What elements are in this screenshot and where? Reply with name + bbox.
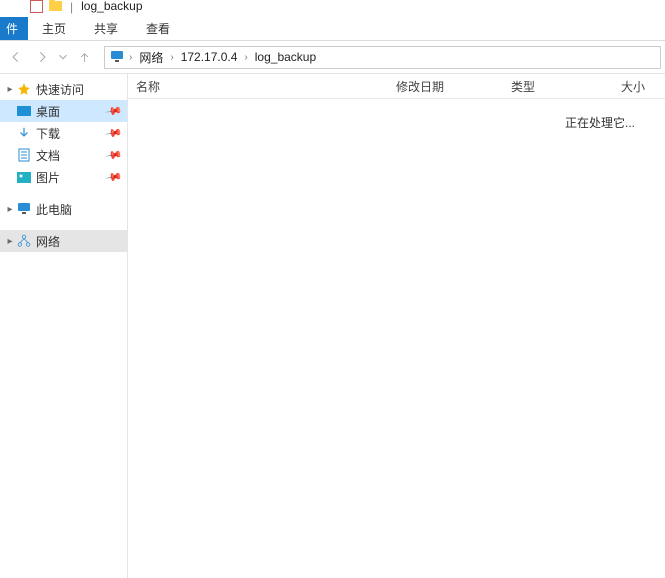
tab-share-label: 共享 — [94, 20, 118, 37]
expander-icon[interactable]: ▸ — [4, 236, 16, 247]
window-title-bar: | log_backup — [0, 0, 665, 17]
tab-share[interactable]: 共享 — [80, 17, 132, 40]
sidebar-this-pc-label: 此电脑 — [36, 201, 72, 218]
star-icon — [16, 81, 32, 97]
network-icon — [16, 233, 32, 249]
pin-icon: 📌 — [105, 168, 124, 187]
computer-icon — [109, 49, 125, 65]
expander-icon[interactable]: ▸ — [4, 204, 16, 215]
address-bar[interactable]: › 网络 › 172.17.0.4 › log_backup — [104, 46, 661, 69]
breadcrumb-folder[interactable]: log_backup — [252, 50, 319, 64]
sidebar-item-downloads[interactable]: 下载 📌 — [0, 122, 127, 144]
chevron-down-icon — [56, 50, 70, 64]
column-header-name-label: 名称 — [136, 78, 160, 95]
forward-button[interactable] — [30, 45, 54, 69]
navigation-bar: › 网络 › 172.17.0.4 › log_backup — [0, 41, 665, 74]
arrow-up-icon — [78, 51, 91, 64]
breadcrumb-host[interactable]: 172.17.0.4 — [178, 50, 241, 64]
tab-view[interactable]: 查看 — [132, 17, 184, 40]
window-title-text: log_backup — [81, 0, 142, 13]
breadcrumb-separator-icon[interactable]: › — [127, 52, 134, 63]
document-icon — [16, 147, 32, 163]
sidebar-item-label: 桌面 — [36, 103, 60, 120]
title-separator: | — [70, 0, 73, 14]
download-icon — [16, 125, 32, 141]
desktop-icon — [16, 103, 32, 119]
sidebar-item-label: 图片 — [36, 169, 60, 186]
sidebar-network[interactable]: ▸ 网络 — [0, 230, 127, 252]
sidebar-item-pictures[interactable]: 图片 📌 — [0, 166, 127, 188]
expander-icon[interactable]: ▸ — [4, 84, 16, 95]
column-header-type[interactable]: 类型 — [503, 74, 613, 98]
sidebar-network-label: 网络 — [36, 233, 60, 250]
sidebar-item-label: 下载 — [36, 125, 60, 142]
sidebar-item-documents[interactable]: 文档 📌 — [0, 144, 127, 166]
column-header-date-label: 修改日期 — [396, 78, 444, 95]
location-icon — [109, 49, 125, 65]
pin-icon: 📌 — [105, 124, 124, 143]
navigation-pane: ▸ 快速访问 桌面 📌 下载 📌 — [0, 74, 128, 578]
up-button[interactable] — [72, 45, 96, 69]
recent-locations-button[interactable] — [56, 45, 70, 69]
status-text: 正在处理它... — [565, 114, 635, 131]
pin-icon: 📌 — [105, 102, 124, 121]
sidebar-quick-access-label: 快速访问 — [36, 81, 84, 98]
back-button[interactable] — [4, 45, 28, 69]
sidebar-item-label: 文档 — [36, 147, 60, 164]
tab-home-label: 主页 — [42, 20, 66, 37]
main-area: ▸ 快速访问 桌面 📌 下载 📌 — [0, 74, 665, 578]
tab-view-label: 查看 — [146, 20, 170, 37]
app-icon — [30, 0, 43, 13]
arrow-right-icon — [35, 50, 49, 64]
pictures-icon — [16, 169, 32, 185]
this-pc-icon — [16, 201, 32, 217]
column-header-name[interactable]: 名称 — [128, 74, 388, 98]
arrow-left-icon — [9, 50, 23, 64]
sidebar-quick-access[interactable]: ▸ 快速访问 — [0, 78, 127, 100]
sidebar-this-pc[interactable]: ▸ 此电脑 — [0, 198, 127, 220]
folder-icon — [49, 1, 62, 11]
file-list-view[interactable]: 名称 修改日期 类型 大小 正在处理它... — [128, 74, 665, 578]
column-header-size[interactable]: 大小 — [613, 74, 665, 98]
pin-icon: 📌 — [105, 146, 124, 165]
ribbon-tabs: 件 主页 共享 查看 — [0, 17, 665, 41]
column-header-date[interactable]: 修改日期 — [388, 74, 503, 98]
tab-home[interactable]: 主页 — [28, 17, 80, 40]
sidebar-item-desktop[interactable]: 桌面 📌 — [0, 100, 127, 122]
column-header-type-label: 类型 — [511, 78, 535, 95]
column-headers: 名称 修改日期 类型 大小 — [128, 74, 665, 99]
breadcrumb-separator-icon[interactable]: › — [242, 52, 249, 63]
breadcrumb-separator-icon[interactable]: › — [168, 52, 175, 63]
tab-file-label: 件 — [6, 20, 18, 37]
breadcrumb-network[interactable]: 网络 — [136, 49, 166, 66]
tab-file[interactable]: 件 — [0, 17, 28, 40]
column-header-size-label: 大小 — [621, 78, 645, 95]
